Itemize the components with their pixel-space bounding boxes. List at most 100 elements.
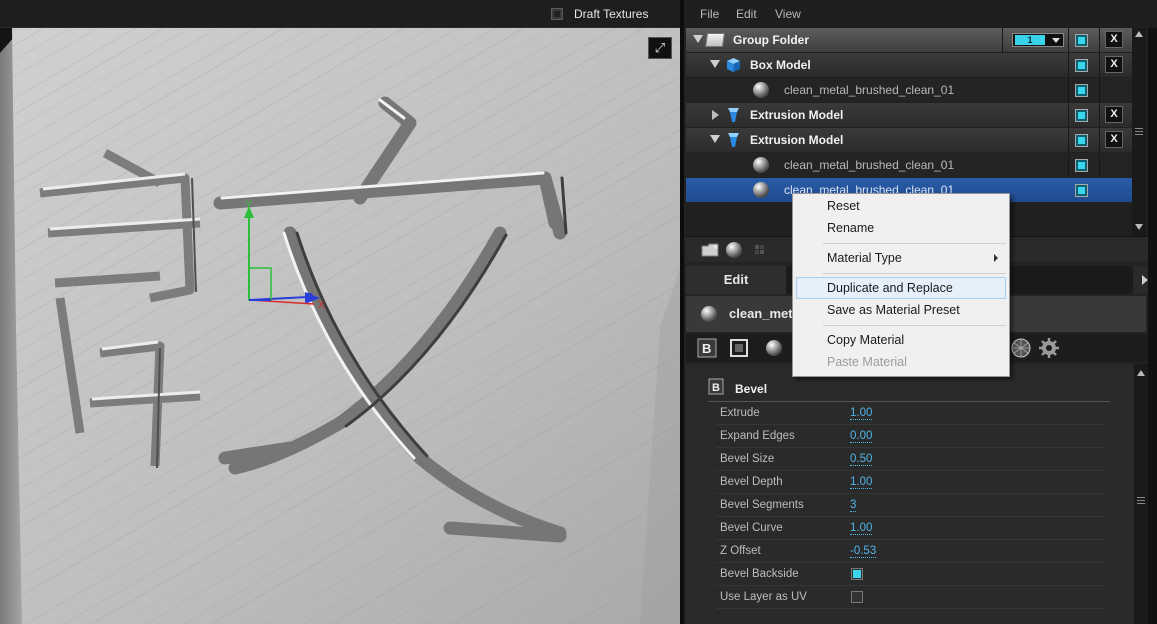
layer-row-group-folder[interactable]: Group Folder 1 X xyxy=(686,28,1132,52)
layer-label: Group Folder xyxy=(733,33,809,47)
material-sphere-icon xyxy=(753,157,769,173)
close-icon[interactable]: X xyxy=(1105,131,1123,148)
section-title: Bevel xyxy=(735,382,768,396)
draft-textures-checkbox[interactable] xyxy=(551,8,563,20)
bevel-icon[interactable]: B xyxy=(696,337,718,359)
menu-item-paste-material[interactable]: Paste Material xyxy=(796,351,1006,373)
z-offset-value[interactable]: -0.53 xyxy=(850,545,877,558)
properties-scrollbar[interactable] xyxy=(1134,364,1148,624)
visibility-toggle[interactable] xyxy=(1076,160,1087,171)
draft-textures-label: Draft Textures xyxy=(574,7,649,21)
layer-row-material[interactable]: clean_metal_brushed_clean_01 xyxy=(686,153,1132,177)
material-sphere-icon xyxy=(753,82,769,98)
layer-number-select[interactable]: 1 xyxy=(1012,33,1064,47)
menu-item-save-as-material-preset[interactable]: Save as Material Preset xyxy=(796,299,1006,321)
bevel-backside-checkbox[interactable] xyxy=(851,568,863,580)
collapse-arrow-icon[interactable] xyxy=(693,35,703,43)
menu-file[interactable]: File xyxy=(700,7,719,21)
menu-item-material-type[interactable]: Material Type xyxy=(796,247,1006,269)
visibility-toggle[interactable] xyxy=(1076,60,1087,71)
prop-bevel-size: Bevel Size 0.50 xyxy=(716,448,1106,471)
cube-icon xyxy=(727,58,740,72)
menu-item-duplicate-and-replace[interactable]: Duplicate and Replace xyxy=(796,277,1006,299)
menu-separator xyxy=(823,243,1006,244)
menu-item-reset[interactable]: Reset xyxy=(796,195,1006,217)
bevel-depth-value[interactable]: 1.00 xyxy=(850,476,873,489)
settings-icon[interactable] xyxy=(1038,337,1060,359)
layer-label: clean_metal_brushed_clean_01 xyxy=(784,158,955,172)
extrusion-icon xyxy=(728,133,739,147)
material-sphere-icon xyxy=(701,306,717,322)
presets-icon[interactable] xyxy=(750,241,770,259)
visibility-toggle[interactable] xyxy=(1076,185,1087,196)
visibility-toggle[interactable] xyxy=(1076,35,1087,46)
close-icon[interactable]: X xyxy=(1105,31,1123,48)
svg-text:B: B xyxy=(702,341,711,356)
prop-bevel-segments: Bevel Segments 3 xyxy=(716,494,1106,517)
scroll-grip-icon[interactable] xyxy=(1135,128,1143,135)
maximize-viewport-button[interactable]: ⤢ xyxy=(648,37,672,59)
menu-item-copy-material[interactable]: Copy Material xyxy=(796,329,1006,351)
scroll-up-icon[interactable] xyxy=(1135,31,1143,37)
prop-bevel-curve: Bevel Curve 1.00 xyxy=(716,517,1106,540)
new-material-icon[interactable] xyxy=(726,242,742,258)
folder-icon xyxy=(705,33,725,47)
scroll-down-icon[interactable] xyxy=(1135,224,1143,230)
layer-label: Extrusion Model xyxy=(750,108,844,122)
chevron-down-icon xyxy=(1052,38,1060,43)
menu-bar: File Edit View xyxy=(684,0,1157,28)
layer-row-extrusion-model[interactable]: Extrusion Model X xyxy=(686,128,1132,152)
axis-z-label: Z xyxy=(307,292,313,303)
layer-row-box-model[interactable]: Box Model X xyxy=(686,53,1132,77)
scene-render[interactable]: Y Z X xyxy=(0,28,680,624)
cap-icon[interactable] xyxy=(728,337,750,359)
collapse-arrow-icon[interactable] xyxy=(710,135,720,143)
layer-label: Box Model xyxy=(750,58,811,72)
extrusion-icon xyxy=(728,108,739,122)
layer-label: Extrusion Model xyxy=(750,133,844,147)
layer-row-extrusion-model[interactable]: Extrusion Model X xyxy=(686,103,1132,127)
expand-edges-value[interactable]: 0.00 xyxy=(850,430,873,443)
context-menu: Reset Rename Material Type Duplicate and… xyxy=(792,193,1010,377)
svg-text:B: B xyxy=(712,382,720,394)
3d-viewport[interactable]: Draft Textures Y Z X ⤢ xyxy=(0,0,680,624)
expand-icon: ⤢ xyxy=(654,40,666,55)
menu-separator xyxy=(823,273,1006,274)
scroll-grip-icon[interactable] xyxy=(1137,497,1145,504)
menu-view[interactable]: View xyxy=(775,7,801,21)
prop-bevel-backside: Bevel Backside xyxy=(716,563,1106,586)
collapse-arrow-icon[interactable] xyxy=(710,60,720,68)
layer-row-material[interactable]: clean_metal_brushed_clean_01 xyxy=(686,78,1132,102)
close-icon[interactable]: X xyxy=(1105,56,1123,73)
axis-x-label: X xyxy=(318,300,325,311)
bevel-size-value[interactable]: 0.50 xyxy=(850,453,873,466)
visibility-toggle[interactable] xyxy=(1076,85,1087,96)
menu-item-rename[interactable]: Rename xyxy=(796,217,1006,239)
visibility-toggle[interactable] xyxy=(1076,135,1087,146)
svg-text:+: + xyxy=(713,242,718,252)
prop-extrude: Extrude 1.00 xyxy=(716,402,1106,425)
extrude-value[interactable]: 1.00 xyxy=(850,407,873,420)
expand-arrow-icon[interactable] xyxy=(712,110,719,120)
environment-icon[interactable] xyxy=(1010,337,1032,359)
prop-z-offset: Z Offset -0.53 xyxy=(716,540,1106,563)
material-icon[interactable] xyxy=(766,340,782,356)
prop-bevel-depth: Bevel Depth 1.00 xyxy=(716,471,1106,494)
menu-edit[interactable]: Edit xyxy=(736,7,757,21)
material-sphere-icon xyxy=(753,182,769,198)
viewport-toolbar: Draft Textures xyxy=(0,0,680,28)
layer-label: clean_metal_brushed_clean_01 xyxy=(784,83,955,97)
bevel-segments-value[interactable]: 3 xyxy=(850,499,857,512)
tab-edit[interactable]: Edit xyxy=(686,266,786,294)
prop-expand-edges: Expand Edges 0.00 xyxy=(716,425,1106,448)
scroll-up-icon[interactable] xyxy=(1137,370,1145,376)
layers-scrollbar[interactable] xyxy=(1132,28,1146,236)
bevel-curve-value[interactable]: 1.00 xyxy=(850,522,873,535)
menu-separator xyxy=(823,325,1006,326)
visibility-toggle[interactable] xyxy=(1076,110,1087,121)
use-layer-as-uv-checkbox[interactable] xyxy=(851,591,863,603)
new-folder-icon[interactable]: + xyxy=(700,241,720,259)
close-icon[interactable]: X xyxy=(1105,106,1123,123)
panel-edge xyxy=(1148,28,1157,624)
bevel-properties: B Bevel Extrude 1.00 Expand Edges 0.00 B… xyxy=(686,364,1136,624)
